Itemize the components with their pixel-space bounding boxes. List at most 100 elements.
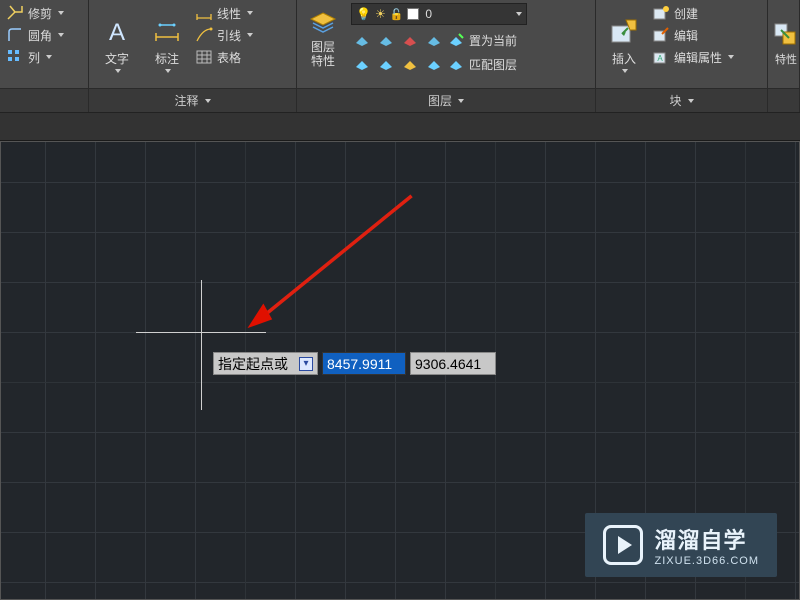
setcurrent-icon xyxy=(447,31,465,49)
chevron-down-icon xyxy=(58,11,64,15)
dynamic-y-value: 9306.4641 xyxy=(415,356,481,372)
layer-dropdown[interactable]: 💡 ☀ 🔓 0 xyxy=(351,3,527,25)
layer-properties-button[interactable]: 图层 特性 xyxy=(301,7,345,69)
text-icon: A xyxy=(101,16,133,48)
chevron-down-icon xyxy=(58,33,64,37)
edit-label: 编辑 xyxy=(674,27,698,44)
leader-button[interactable]: 引线 xyxy=(193,25,289,45)
dimension-label: 标注 xyxy=(155,50,179,67)
dimension-icon xyxy=(151,16,183,48)
fillet-icon xyxy=(6,26,24,44)
props-icon xyxy=(772,21,800,49)
create-label: 创建 xyxy=(674,5,698,22)
panel-title-block[interactable]: 块 xyxy=(596,89,768,112)
layer-tool-icon[interactable] xyxy=(399,53,421,75)
edit-button[interactable]: 编辑 xyxy=(650,25,760,45)
setcurrent-button[interactable]: 置为当前 xyxy=(447,29,543,51)
lock-icon: 🔓 xyxy=(390,8,404,21)
layers-icon xyxy=(308,9,338,39)
linear-icon xyxy=(195,4,213,22)
dynamic-menu-icon[interactable]: ▾ xyxy=(299,357,313,371)
svg-text:A: A xyxy=(109,19,125,46)
panel-title-label: 块 xyxy=(669,92,681,109)
layer-tool-icon[interactable] xyxy=(351,53,373,75)
svg-text:A: A xyxy=(657,54,663,63)
drawing-canvas[interactable]: 指定起点或 ▾ 8457.9911 9306.4641 溜溜自学 ZIXUE.3… xyxy=(0,141,800,600)
crosshair-horizontal xyxy=(136,332,266,333)
layer-tool-icon[interactable] xyxy=(351,29,373,51)
props-label: 特性 xyxy=(775,51,797,67)
color-swatch xyxy=(407,8,419,20)
layer-name: 0 xyxy=(425,7,432,21)
layer-tool-icon[interactable] xyxy=(375,53,397,75)
insert-icon xyxy=(608,16,640,48)
trim-button[interactable]: 修剪 xyxy=(4,3,84,23)
panel-title-annotation[interactable]: 注释 xyxy=(89,89,297,112)
chevron-down-icon xyxy=(46,55,52,59)
panel-modify: 修剪 圆角 列 xyxy=(0,0,89,88)
props-match-button[interactable]: 特性 xyxy=(772,2,800,86)
panel-title-layers[interactable]: 图层 xyxy=(297,89,596,112)
dimension-button[interactable]: 标注 xyxy=(143,2,191,86)
array-icon xyxy=(6,48,24,66)
chevron-down-icon xyxy=(247,33,253,37)
chevron-down-icon xyxy=(458,99,464,103)
sub-toolbar xyxy=(0,113,800,141)
panel-title-props[interactable] xyxy=(768,89,800,112)
array-button[interactable]: 列 xyxy=(4,47,84,67)
matchlayer-button[interactable]: 匹配图层 xyxy=(447,53,543,75)
chevron-down-icon xyxy=(622,69,628,73)
text-label: 文字 xyxy=(105,50,129,67)
table-button[interactable]: 表格 xyxy=(193,47,289,67)
dynamic-prompt-text: 指定起点或 xyxy=(218,354,288,374)
fillet-button[interactable]: 圆角 xyxy=(4,25,84,45)
panel-block: 插入 创建 编辑 A 编辑属性 xyxy=(596,0,768,88)
dynamic-y-input[interactable]: 9306.4641 xyxy=(410,352,496,375)
layer-tool-icon[interactable] xyxy=(375,29,397,51)
panel-title-label: 注释 xyxy=(174,92,198,109)
leader-icon xyxy=(195,26,213,44)
trim-icon xyxy=(6,4,24,22)
table-icon xyxy=(195,48,213,66)
setcurrent-label: 置为当前 xyxy=(469,32,517,49)
leader-label: 引线 xyxy=(217,27,241,44)
dynamic-x-value: 8457.9911 xyxy=(327,356,392,372)
insert-button[interactable]: 插入 xyxy=(600,2,648,86)
panel-properties: 特性 xyxy=(768,0,800,88)
panel-title-label: 图层 xyxy=(428,92,452,109)
edit-icon xyxy=(652,26,670,44)
linear-label: 线性 xyxy=(217,5,241,22)
layer-tool-icon[interactable] xyxy=(423,53,445,75)
array-label: 列 xyxy=(28,49,40,66)
chevron-down-icon xyxy=(688,99,694,103)
matchlayer-label: 匹配图层 xyxy=(469,56,517,73)
table-label: 表格 xyxy=(217,49,241,66)
ribbon: 修剪 圆角 列 xyxy=(0,0,800,89)
create-button[interactable]: 创建 xyxy=(650,3,760,23)
layer-tool-icon[interactable] xyxy=(399,29,421,51)
chevron-down-icon xyxy=(516,12,522,16)
linear-button[interactable]: 线性 xyxy=(193,3,289,23)
watermark-url: ZIXUE.3D66.COM xyxy=(655,555,759,567)
layer-tool-icon[interactable] xyxy=(423,29,445,51)
chevron-down-icon xyxy=(247,11,253,15)
trim-label: 修剪 xyxy=(28,5,52,22)
panel-title-modify[interactable] xyxy=(0,89,89,112)
layer-tools-grid: 置为当前 匹配图层 xyxy=(351,29,527,75)
create-icon xyxy=(652,4,670,22)
editattr-label: 编辑属性 xyxy=(674,49,722,66)
dynamic-prompt: 指定起点或 ▾ xyxy=(213,352,318,375)
editattr-icon: A xyxy=(652,48,670,66)
chevron-down-icon xyxy=(728,55,734,59)
dynamic-x-input[interactable]: 8457.9911 xyxy=(322,352,406,375)
panel-annotation: A 文字 标注 线性 xyxy=(89,0,297,88)
text-button[interactable]: A 文字 xyxy=(93,2,141,86)
sun-icon: ☀ xyxy=(375,7,386,21)
insert-label: 插入 xyxy=(612,50,636,67)
matchlayer-icon xyxy=(447,55,465,73)
crosshair-vertical xyxy=(201,280,202,410)
watermark-brand: 溜溜自学 xyxy=(655,523,759,555)
bulb-icon: 💡 xyxy=(356,7,371,21)
watermark: 溜溜自学 ZIXUE.3D66.COM xyxy=(585,513,777,577)
editattr-button[interactable]: A 编辑属性 xyxy=(650,47,760,67)
